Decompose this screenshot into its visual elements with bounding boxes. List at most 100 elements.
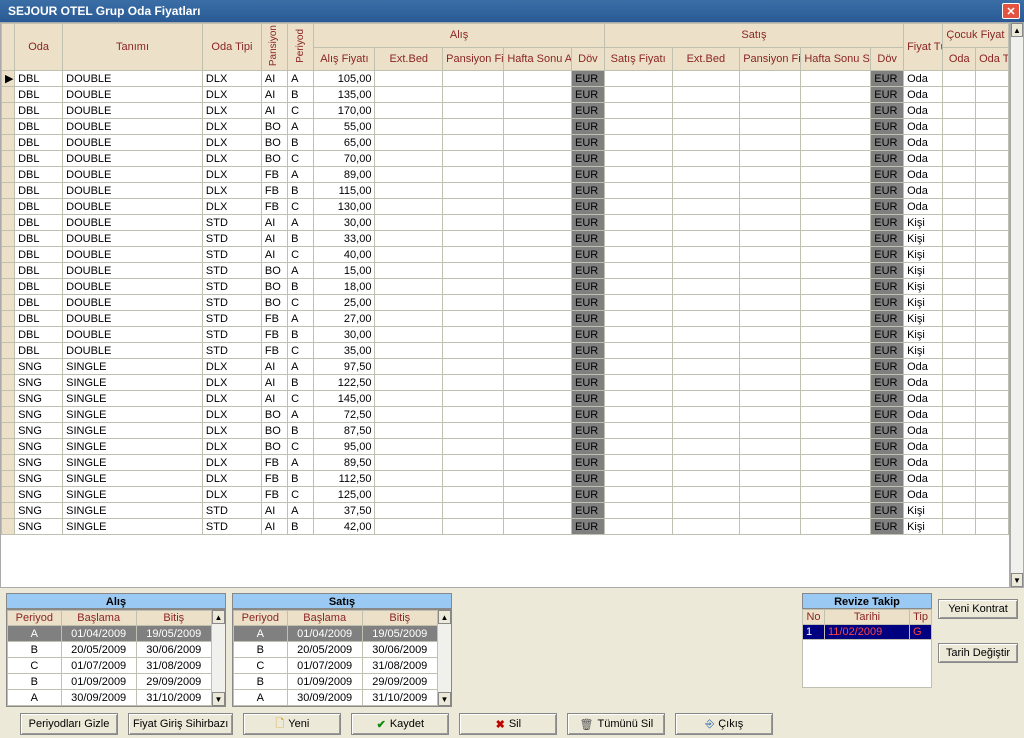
- col-alis-extbed[interactable]: Ext.Bed: [375, 47, 443, 71]
- list-item[interactable]: B20/05/200930/06/2009: [8, 642, 212, 658]
- col-bitis[interactable]: Bitiş: [362, 611, 437, 626]
- col-alis-pansfiy[interactable]: Pansiyon Fiyatı: [443, 47, 504, 71]
- table-row[interactable]: ▶DBLDOUBLEDLXAIA105,00EUREUROda: [2, 71, 1009, 87]
- col-satis-dov[interactable]: Döv: [871, 47, 904, 71]
- col-alis-hsonu[interactable]: Hafta Sonu Alış Fiyatı: [504, 47, 572, 71]
- kaydet-button[interactable]: ✔Kaydet: [351, 713, 449, 735]
- col-periyod[interactable]: Periyod: [8, 611, 62, 626]
- prices-grid[interactable]: Oda Tanımı Oda Tipi Pansiyon Periyod Alı…: [1, 23, 1009, 535]
- list-item[interactable]: A01/04/200919/05/2009: [8, 626, 212, 642]
- satis-scrollbar[interactable]: ▲ ▼: [438, 610, 451, 706]
- table-row[interactable]: DBLDOUBLESTDBOB18,00EUREURKişi: [2, 279, 1009, 295]
- col-pansiyon[interactable]: Pansiyon: [261, 24, 287, 71]
- col-cocuk-odatipi[interactable]: Oda Tipi: [976, 47, 1009, 71]
- table-row[interactable]: SNGSINGLEDLXFBB112,50EUREUROda: [2, 471, 1009, 487]
- fiyat-giris-button[interactable]: Fiyat Giriş Sihirbazı: [128, 713, 233, 735]
- table-row[interactable]: DBLDOUBLESTDFBA27,00EUREURKişi: [2, 311, 1009, 327]
- table-row[interactable]: DBLDOUBLESTDBOC25,00EUREURKişi: [2, 295, 1009, 311]
- cikis-button[interactable]: ⎆Çıkış: [675, 713, 773, 735]
- col-alis-dov[interactable]: Döv: [572, 47, 605, 71]
- table-row[interactable]: DBLDOUBLESTDFBB30,00EUREURKişi: [2, 327, 1009, 343]
- toolbar: Periyodları Gizle Fiyat Giriş Sihirbazı …: [0, 712, 1024, 736]
- list-item[interactable]: A01/04/200919/05/2009: [234, 626, 438, 642]
- col-satis-fiyati[interactable]: Satış Fiyatı: [604, 47, 672, 71]
- list-item[interactable]: A30/09/200931/10/2009: [8, 690, 212, 706]
- delete-icon: ✖: [496, 718, 505, 731]
- table-row[interactable]: SNGSINGLEDLXAIB122,50EUREUROda: [2, 375, 1009, 391]
- alis-scrollbar[interactable]: ▲ ▼: [212, 610, 225, 706]
- table-row[interactable]: DBLDOUBLESTDBOA15,00EUREURKişi: [2, 263, 1009, 279]
- list-item[interactable]: B01/09/200929/09/2009: [8, 674, 212, 690]
- col-alis-group: Alış: [314, 24, 605, 48]
- main-grid-container: Oda Tanımı Oda Tipi Pansiyon Periyod Alı…: [0, 22, 1010, 588]
- col-baslama[interactable]: Başlama: [61, 611, 136, 626]
- col-alis-fiyati[interactable]: Alış Fiyatı: [314, 47, 375, 71]
- col-satis-group: Satış: [604, 24, 903, 48]
- scroll-down-icon[interactable]: ▼: [438, 692, 451, 706]
- table-row[interactable]: DBLDOUBLESTDFBC35,00EUREURKişi: [2, 343, 1009, 359]
- col-fiyat-turu[interactable]: Fiyat Türü: [904, 24, 943, 71]
- tumunu-sil-button[interactable]: 🗑Tümünü Sil: [567, 713, 665, 735]
- scroll-down-icon[interactable]: ▼: [1011, 573, 1023, 587]
- col-periyod[interactable]: Periyod: [234, 611, 288, 626]
- list-item[interactable]: B20/05/200930/06/2009: [234, 642, 438, 658]
- col-periyod[interactable]: Periyod: [288, 24, 314, 71]
- table-row[interactable]: DBLDOUBLEDLXFBC130,00EUREUROda: [2, 199, 1009, 215]
- col-no[interactable]: No: [803, 610, 825, 625]
- col-satis-hsonu[interactable]: Hafta Sonu Satış Fiyatı: [801, 47, 871, 71]
- revize-row[interactable]: 1 11/02/2009 G: [803, 625, 932, 640]
- close-button[interactable]: ✕: [1002, 3, 1020, 19]
- table-row[interactable]: SNGSINGLEDLXAIA97,50EUREUROda: [2, 359, 1009, 375]
- satis-periods-table[interactable]: Periyod Başlama Bitiş A01/04/200919/05/2…: [233, 610, 438, 706]
- col-oda[interactable]: Oda: [15, 24, 63, 71]
- yeni-kontrat-button[interactable]: Yeni Kontrat: [938, 599, 1018, 619]
- table-row[interactable]: DBLDOUBLEDLXFBB115,00EUREUROda: [2, 183, 1009, 199]
- table-row[interactable]: DBLDOUBLEDLXAIC170,00EUREUROda: [2, 103, 1009, 119]
- scroll-up-icon[interactable]: ▲: [438, 610, 451, 624]
- list-item[interactable]: C01/07/200931/08/2009: [8, 658, 212, 674]
- col-baslama[interactable]: Başlama: [287, 611, 362, 626]
- scroll-up-icon[interactable]: ▲: [1011, 23, 1023, 37]
- col-satis-extbed[interactable]: Ext.Bed: [672, 47, 740, 71]
- alis-periods-table[interactable]: Periyod Başlama Bitiş A01/04/200919/05/2…: [7, 610, 212, 706]
- table-row[interactable]: SNGSINGLESTDAIA37,50EUREURKişi: [2, 503, 1009, 519]
- col-odatipi[interactable]: Oda Tipi: [202, 24, 261, 71]
- col-cocuk-ref: Çocuk Fiyat Referans: [943, 24, 1009, 48]
- revize-panel-title: Revize Takip: [802, 593, 932, 609]
- list-item[interactable]: A30/09/200931/10/2009: [234, 690, 438, 706]
- sil-button[interactable]: ✖Sil: [459, 713, 557, 735]
- table-row[interactable]: DBLDOUBLEDLXBOC70,00EUREUROda: [2, 151, 1009, 167]
- table-row[interactable]: SNGSINGLEDLXFBA89,50EUREUROda: [2, 455, 1009, 471]
- col-satis-pansfiy[interactable]: Pansiyon Fiyatı: [740, 47, 801, 71]
- title-bar: SEJOUR OTEL Grup Oda Fiyatları ✕: [0, 0, 1024, 22]
- table-row[interactable]: SNGSINGLEDLXBOA72,50EUREUROda: [2, 407, 1009, 423]
- scroll-up-icon[interactable]: ▲: [212, 610, 225, 624]
- table-row[interactable]: DBLDOUBLEDLXBOA55,00EUREUROda: [2, 119, 1009, 135]
- table-row[interactable]: DBLDOUBLESTDAIC40,00EUREURKişi: [2, 247, 1009, 263]
- col-tarihi[interactable]: Tarihi: [825, 610, 910, 625]
- main-scrollbar[interactable]: ▲ ▼: [1010, 22, 1024, 588]
- table-row[interactable]: SNGSINGLESTDAIB42,00EUREURKişi: [2, 519, 1009, 535]
- col-tip[interactable]: Tip: [910, 610, 932, 625]
- col-cocuk-oda[interactable]: Oda: [943, 47, 976, 71]
- list-item[interactable]: C01/07/200931/08/2009: [234, 658, 438, 674]
- table-row[interactable]: SNGSINGLEDLXFBC125,00EUREUROda: [2, 487, 1009, 503]
- table-row[interactable]: DBLDOUBLEDLXFBA89,00EUREUROda: [2, 167, 1009, 183]
- scroll-track[interactable]: [1011, 37, 1023, 573]
- table-row[interactable]: DBLDOUBLESTDAIB33,00EUREURKişi: [2, 231, 1009, 247]
- table-row[interactable]: DBLDOUBLESTDAIA30,00EUREURKişi: [2, 215, 1009, 231]
- list-item[interactable]: B01/09/200929/09/2009: [234, 674, 438, 690]
- alis-periods-panel: Alış Periyod Başlama Bitiş A01/04/200919…: [6, 593, 226, 707]
- col-tanimi[interactable]: Tanımı: [63, 24, 203, 71]
- periyodlari-gizle-button[interactable]: Periyodları Gizle: [20, 713, 118, 735]
- table-row[interactable]: DBLDOUBLEDLXAIB135,00EUREUROda: [2, 87, 1009, 103]
- table-row[interactable]: SNGSINGLEDLXBOC95,00EUREUROda: [2, 439, 1009, 455]
- table-row[interactable]: SNGSINGLEDLXBOB87,50EUREUROda: [2, 423, 1009, 439]
- table-row[interactable]: SNGSINGLEDLXAIC145,00EUREUROda: [2, 391, 1009, 407]
- scroll-down-icon[interactable]: ▼: [212, 692, 225, 706]
- revize-table[interactable]: No Tarihi Tip 1 11/02/2009 G: [802, 609, 932, 688]
- col-bitis[interactable]: Bitiş: [136, 611, 211, 626]
- table-row[interactable]: DBLDOUBLEDLXBOB65,00EUREUROda: [2, 135, 1009, 151]
- yeni-button[interactable]: 🗋Yeni: [243, 713, 341, 735]
- tarih-degistir-button[interactable]: Tarih Değiştir: [938, 643, 1018, 663]
